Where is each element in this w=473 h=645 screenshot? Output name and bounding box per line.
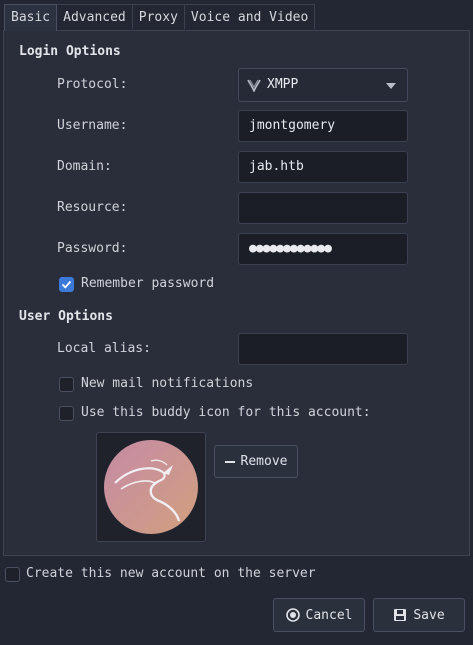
tab-proxy[interactable]: Proxy bbox=[131, 4, 185, 29]
username-field[interactable]: jmontgomery bbox=[238, 110, 408, 142]
tab-basic[interactable]: Basic bbox=[4, 4, 58, 31]
remove-button-label: Remove bbox=[240, 454, 288, 469]
local-alias-field[interactable] bbox=[238, 333, 408, 365]
tab-voice-and-video[interactable]: Voice and Video bbox=[183, 4, 316, 29]
xmpp-icon bbox=[247, 79, 261, 92]
local-alias-label: Local alias: bbox=[57, 341, 151, 356]
chevron-down-icon bbox=[386, 83, 396, 89]
domain-field[interactable]: jab.htb bbox=[238, 151, 408, 183]
remove-buddy-icon-button[interactable]: Remove bbox=[214, 445, 298, 478]
user-options-heading: User Options bbox=[19, 309, 113, 324]
dragon-avatar-icon bbox=[104, 440, 198, 534]
tab-advanced[interactable]: Advanced bbox=[56, 4, 133, 29]
protocol-dropdown[interactable]: XMPP bbox=[238, 68, 408, 102]
save-button-label: Save bbox=[413, 607, 445, 623]
new-mail-notifications-label: New mail notifications bbox=[81, 376, 254, 391]
cancel-button[interactable]: Cancel bbox=[273, 598, 365, 632]
resource-field[interactable] bbox=[238, 192, 408, 224]
protocol-value: XMPP bbox=[267, 77, 299, 92]
password-field[interactable]: ●●●●●●●●●●●● bbox=[238, 233, 408, 265]
remember-password-label: Remember password bbox=[81, 276, 215, 291]
resource-label: Resource: bbox=[57, 200, 128, 215]
buddy-icon-label: Use this buddy icon for this account: bbox=[81, 405, 371, 420]
save-button[interactable]: Save bbox=[373, 598, 465, 632]
password-label: Password: bbox=[57, 241, 128, 256]
create-account-checkbox[interactable] bbox=[5, 567, 20, 582]
cancel-icon bbox=[285, 608, 300, 622]
login-options-heading: Login Options bbox=[19, 44, 121, 59]
username-label: Username: bbox=[57, 118, 128, 133]
minus-icon bbox=[224, 457, 235, 467]
cancel-button-label: Cancel bbox=[305, 607, 353, 623]
new-mail-notifications-checkbox[interactable] bbox=[59, 377, 74, 392]
protocol-label: Protocol: bbox=[57, 77, 128, 92]
remember-password-checkbox[interactable] bbox=[59, 277, 74, 292]
checkmark-icon bbox=[61, 280, 72, 289]
buddy-icon-picker[interactable] bbox=[96, 432, 206, 542]
domain-label: Domain: bbox=[57, 159, 112, 174]
save-icon bbox=[393, 608, 407, 622]
buddy-icon-checkbox[interactable] bbox=[59, 406, 74, 421]
tab-bar: Basic Advanced Proxy Voice and Video bbox=[4, 4, 316, 31]
create-account-label: Create this new account on the server bbox=[26, 566, 316, 581]
